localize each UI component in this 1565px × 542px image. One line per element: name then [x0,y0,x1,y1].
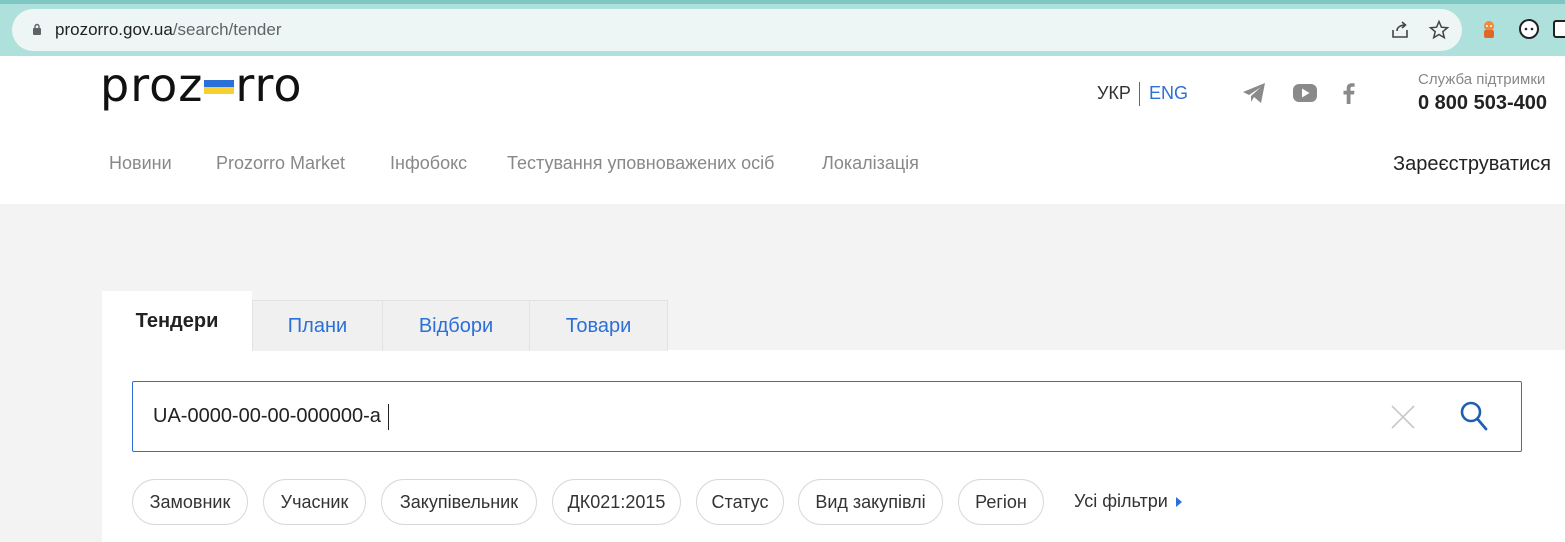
nav-item-testing[interactable]: Тестування уповноважених осіб [507,153,774,174]
browser-tab-strip [0,0,1565,4]
search-icon[interactable] [1459,400,1489,432]
nav-item-news[interactable]: Новини [109,153,172,174]
all-filters-label: Усі фільтри [1074,491,1168,511]
facebook-icon[interactable] [1336,80,1362,106]
url-path: /search/tender [172,20,282,39]
nav-item-infobox[interactable]: Інфобокс [390,153,467,174]
address-bar[interactable]: prozorro.gov.ua/search/tender [12,9,1462,51]
nav-item-prozorro-market[interactable]: Prozorro Market [216,153,345,174]
lang-separator [1139,82,1140,106]
url-host: prozorro.gov.ua [55,20,173,39]
extension-partial-icon[interactable] [1553,17,1565,41]
filter-region[interactable]: Регіон [958,479,1044,525]
site-header: proz rro УКР ENG Служба підтримки 0 800 5… [0,56,1565,204]
bookmark-star-icon[interactable] [1428,19,1450,41]
youtube-icon[interactable] [1292,80,1318,106]
filter-customer[interactable]: Замовник [132,479,248,525]
logo-text-end: rro [235,58,303,112]
search-input[interactable] [153,382,1353,451]
extension-circle-icon[interactable] [1517,17,1541,41]
logo-text-start: proz [100,58,204,112]
caret-right-icon [1175,497,1182,508]
lang-ukr[interactable]: УКР [1097,83,1131,104]
filter-procurement-type[interactable]: Вид закупівлі [798,479,943,525]
support-phone[interactable]: 0 800 503-400 [1418,92,1547,115]
filter-purchaser[interactable]: Закупівельник [381,479,537,525]
support-label: Служба підтримки [1418,71,1546,88]
all-filters-link[interactable]: Усі фільтри [1074,491,1182,512]
search-box [132,381,1522,452]
filter-status[interactable]: Статус [696,479,784,525]
tab-tenders[interactable]: Тендери [102,291,252,351]
lang-eng[interactable]: ENG [1149,83,1188,104]
tab-selections[interactable]: Відбори [382,300,530,351]
tab-goods[interactable]: Товари [529,300,668,351]
tab-plans[interactable]: Плани [252,300,383,351]
filter-participant[interactable]: Учасник [263,479,366,525]
url-text[interactable]: prozorro.gov.ua/search/tender [55,20,282,40]
share-icon[interactable] [1389,19,1411,41]
filter-dk021[interactable]: ДК021:2015 [552,479,681,525]
lock-icon [33,23,41,35]
browser-toolbar: prozorro.gov.ua/search/tender [0,0,1565,56]
prozorro-logo[interactable]: proz rro [100,58,303,112]
register-link[interactable]: Зареєструватися [1393,153,1551,176]
telegram-icon[interactable] [1241,80,1267,106]
clear-icon[interactable] [1390,404,1416,430]
text-caret [388,404,389,430]
extension-fox-icon[interactable] [1477,17,1501,41]
nav-item-localization[interactable]: Локалізація [822,153,919,174]
logo-flag-icon [204,79,235,94]
